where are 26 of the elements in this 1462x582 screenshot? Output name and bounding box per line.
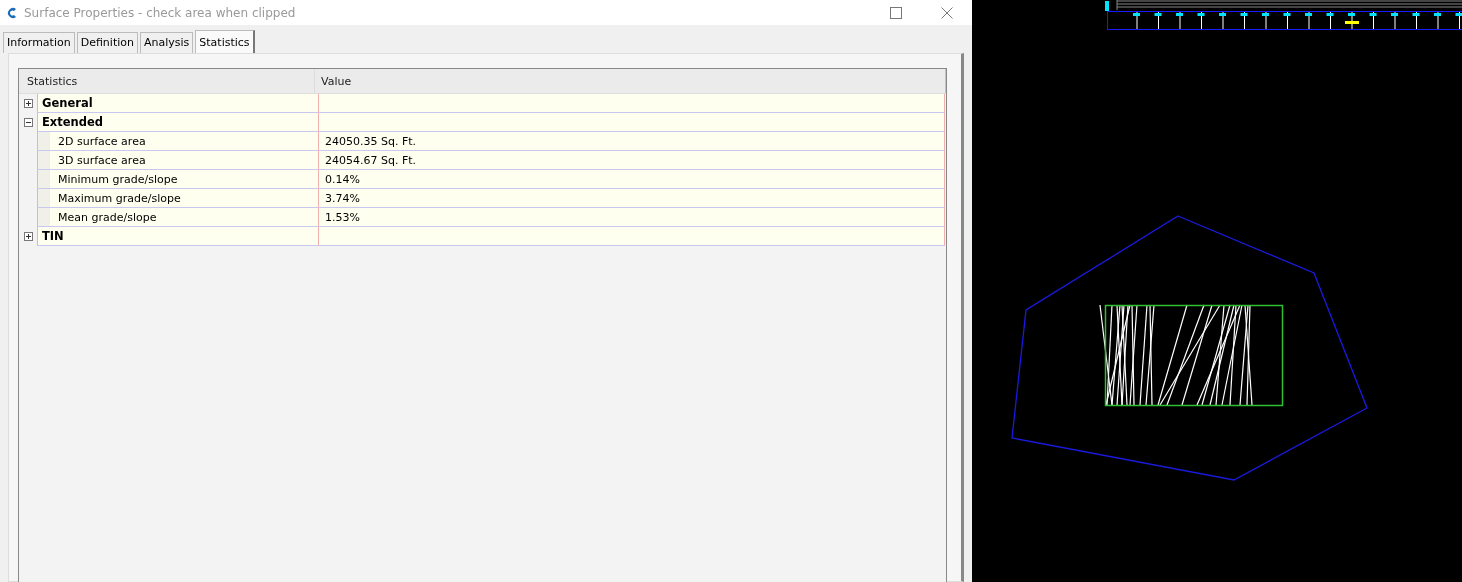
column-header: Value xyxy=(315,69,946,93)
group-label[interactable]: TIN xyxy=(37,227,319,246)
property-name: Maximum grade/slope xyxy=(37,189,319,208)
property-value: 24050.35 Sq. Ft. xyxy=(319,132,945,151)
window-title: Surface Properties - check area when clipped xyxy=(24,5,296,20)
tab[interactable]: Statistics xyxy=(195,30,255,53)
close-icon[interactable] xyxy=(941,6,953,19)
maximize-icon[interactable] xyxy=(890,6,902,19)
tab[interactable]: Analysis xyxy=(139,32,194,53)
property-value: 0.14% xyxy=(319,170,945,189)
property-name: 3D surface area xyxy=(37,151,319,170)
expander-icon[interactable] xyxy=(23,118,33,127)
property-name: Minimum grade/slope xyxy=(37,170,319,189)
property-value: 3.74% xyxy=(319,189,945,208)
tab[interactable]: Definition xyxy=(76,32,138,53)
expander-icon[interactable] xyxy=(23,99,33,108)
group-label[interactable]: Extended xyxy=(37,113,319,132)
expander-icon[interactable] xyxy=(23,232,33,241)
property-name: Mean grade/slope xyxy=(37,208,319,227)
property-value: 24054.67 Sq. Ft. xyxy=(319,151,945,170)
property-name: 2D surface area xyxy=(37,132,319,151)
property-value: 1.53% xyxy=(319,208,945,227)
column-header: Statistics xyxy=(19,69,315,93)
group-label[interactable]: General xyxy=(37,94,319,113)
tab[interactable]: Information xyxy=(3,32,75,53)
app-logo-icon xyxy=(6,5,18,20)
